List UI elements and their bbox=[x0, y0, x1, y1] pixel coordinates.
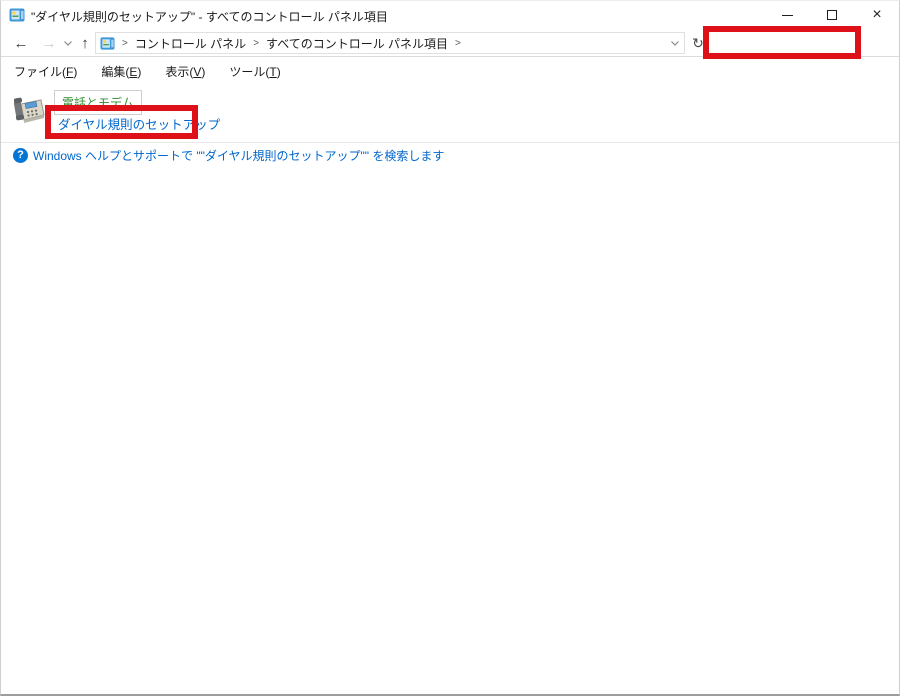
result-app-label: 電話とモデム bbox=[62, 96, 134, 110]
breadcrumb-separator: > bbox=[122, 37, 128, 49]
close-button[interactable]: × bbox=[855, 1, 899, 29]
breadcrumb-separator: > bbox=[253, 37, 260, 49]
menu-label: ) bbox=[137, 65, 142, 79]
help-icon: ? bbox=[13, 148, 28, 163]
recent-pages-button[interactable] bbox=[61, 29, 75, 57]
menu-file[interactable]: ファイル(F) bbox=[9, 60, 82, 83]
navigation-toolbar: ← → ↑ > コントロール パネル > すべてのコントロール パネル項目 > … bbox=[1, 29, 899, 81]
separator-line bbox=[1, 142, 899, 143]
back-icon: ← bbox=[13, 34, 29, 52]
result-app-link[interactable]: 電話とモデム bbox=[54, 90, 142, 115]
menu-edit[interactable]: 編集(E) bbox=[96, 60, 146, 83]
title-bar: "ダイヤル規則のセットアップ" - すべてのコントロール パネル項目 × bbox=[1, 1, 899, 29]
refresh-icon: ↻ bbox=[692, 34, 704, 51]
help-link-label: Windows ヘルプとサポートで ""ダイヤル規則のセットアップ"" を検索し… bbox=[33, 149, 445, 163]
up-button[interactable]: ↑ bbox=[75, 29, 95, 57]
forward-button[interactable]: → bbox=[37, 29, 61, 57]
breadcrumb-separator: > bbox=[455, 37, 461, 49]
menu-bar: ファイル(F) 編集(E) 表示(V) ツール(T) bbox=[1, 58, 899, 85]
breadcrumb-segment-control-panel[interactable]: コントロール パネル bbox=[135, 35, 246, 52]
menu-label: ) bbox=[73, 65, 78, 79]
phone-and-modem-icon bbox=[13, 97, 45, 123]
back-button[interactable]: ← bbox=[9, 29, 33, 57]
menu-label: 表示( bbox=[165, 65, 194, 79]
search-results-pane: 電話とモデム ダイヤル規則のセットアップ ? Windows ヘルプとサポートで… bbox=[1, 85, 899, 694]
menu-view[interactable]: 表示(V) bbox=[160, 60, 210, 83]
address-dropdown-icon[interactable] bbox=[671, 40, 679, 46]
control-panel-icon bbox=[100, 36, 115, 50]
menu-tools[interactable]: ツール(T) bbox=[224, 60, 285, 83]
result-task-link[interactable]: ダイヤル規則のセットアップ bbox=[58, 114, 220, 133]
minimize-button[interactable] bbox=[765, 1, 809, 29]
refresh-button[interactable]: ↻ bbox=[689, 32, 707, 54]
up-icon: ↑ bbox=[81, 34, 89, 52]
control-panel-icon bbox=[9, 8, 25, 22]
maximize-icon bbox=[827, 10, 837, 20]
window-title: "ダイヤル規則のセットアップ" - すべてのコントロール パネル項目 bbox=[31, 10, 388, 24]
menu-label: 編集( bbox=[101, 65, 130, 79]
menu-label: ツール( bbox=[229, 65, 270, 79]
close-icon: × bbox=[872, 6, 882, 23]
explorer-window: "ダイヤル規則のセットアップ" - すべてのコントロール パネル項目 × ← →… bbox=[0, 0, 900, 696]
breadcrumb-segment-all-items[interactable]: すべてのコントロール パネル項目 bbox=[266, 35, 448, 52]
minimize-icon bbox=[781, 14, 793, 16]
maximize-button[interactable] bbox=[810, 1, 854, 29]
address-bar[interactable]: > コントロール パネル > すべてのコントロール パネル項目 > bbox=[95, 32, 685, 54]
help-search-link[interactable]: ? Windows ヘルプとサポートで ""ダイヤル規則のセットアップ"" を検… bbox=[13, 147, 444, 164]
chevron-down-icon bbox=[64, 40, 72, 46]
menu-label: ファイル( bbox=[14, 65, 66, 79]
menu-label: ) bbox=[201, 65, 206, 79]
menu-access-key: T bbox=[269, 65, 277, 79]
menu-label: ) bbox=[276, 65, 281, 79]
forward-icon: → bbox=[41, 34, 57, 52]
